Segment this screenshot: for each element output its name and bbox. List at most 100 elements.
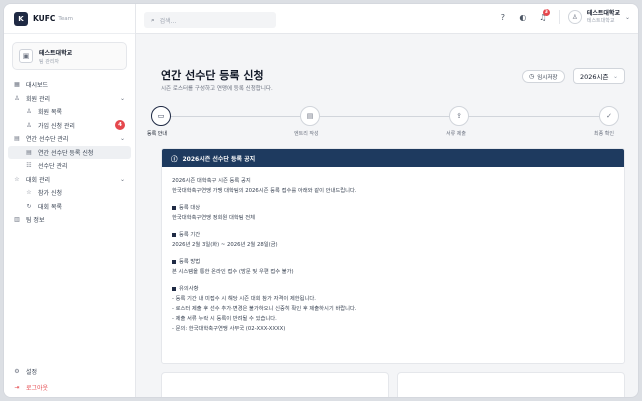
chevron-down-icon: ⌄ — [612, 72, 618, 80]
sidebar-item-team-info[interactable]: ▥ 팀 정보 — [4, 213, 135, 227]
chevron-down-icon: ⌄ — [119, 135, 125, 143]
step-entry[interactable]: ▤ 엔트리 작성 — [294, 106, 320, 137]
bullet-icon — [172, 286, 176, 291]
sidebar-item-label: 대회 목록 — [38, 203, 62, 211]
notice-line: - 문의: 한국대학축구연맹 사무국 (02-XXX-XXXX) — [172, 326, 286, 332]
bullet-icon — [172, 259, 176, 264]
step-indicator: ▭ 등록 안내 ▤ 엔트리 작성 ⇪ 서류 제출 ✓ 최종 확인 — [147, 106, 629, 142]
sidebar-item-label: 선수단 관리 — [38, 163, 68, 171]
notice-header: ⓘ 2026시즌 선수단 등록 공지 — [162, 149, 624, 167]
save-draft-label: 임시저장 — [537, 74, 558, 81]
sidebar-item-label: 회원 관리 — [26, 95, 50, 103]
notice-line: - 제출 서류 누락 시 등록이 반려될 수 있습니다. — [172, 316, 277, 322]
search-input[interactable]: ⌕ 검색... — [144, 12, 276, 28]
chevron-down-icon: ⌄ — [624, 13, 630, 21]
sidebar-item-dashboard[interactable]: ▦ 대시보드 — [4, 78, 135, 92]
org-card[interactable]: ▣ 테스트대학교 팀 관리자 — [12, 42, 127, 70]
sidebar-item-competition-list[interactable]: ↻ 대회 목록 — [4, 200, 135, 214]
notice-section-title: 등록 기간 — [172, 230, 614, 240]
sidebar-item-label: 팀 정보 — [26, 217, 45, 225]
bottom-card-right — [397, 372, 625, 397]
step-confirm[interactable]: ✓ 최종 확인 — [594, 106, 619, 137]
logout-label: 로그아웃 — [26, 384, 49, 392]
notice-card: ⓘ 2026시즌 선수단 등록 공지 2026시즌 대학축구 시즌 등록 공지 … — [161, 148, 625, 364]
sidebar-item-label: 연간 선수단 등록 신청 — [38, 149, 94, 157]
theme-toggle-icon[interactable]: ◐ — [515, 9, 531, 25]
notice-title: 2026시즌 선수단 등록 공지 — [182, 155, 256, 163]
app-window: K KUFC Team ▣ 테스트대학교 팀 관리자 ▦ 대시보드 ♙ 회원 관… — [3, 3, 639, 398]
section-title-text: 등록 기간 — [179, 232, 201, 238]
sidebar-item-annual-roster[interactable]: ▤ 연간 선수단 관리 ⌄ — [4, 132, 135, 146]
sidebar: K KUFC Team ▣ 테스트대학교 팀 관리자 ▦ 대시보드 ♙ 회원 관… — [4, 4, 136, 397]
divider — [558, 10, 560, 24]
clock-icon: ◷ — [529, 73, 535, 80]
sidebar-item-join-requests[interactable]: ♙ 가입 신청 관리 4 — [4, 119, 135, 133]
notification-badge: 3 — [542, 9, 550, 16]
sidebar-item-roster-registration[interactable]: ▤ 연간 선수단 등록 신청 — [8, 145, 131, 159]
brand[interactable]: K KUFC Team — [4, 4, 135, 34]
notice-line: 2026년 2월 3일(화) ~ 2026년 2월 28일(금) — [172, 242, 278, 248]
notice-line: - 등록 기간 내 미접수 시 해당 시즌 대회 참가 자격이 제한됩니다. — [172, 296, 316, 302]
notice-body: 2026시즌 대학축구 시즌 등록 공지 한국대학축구연맹 가맹 대학팀의 20… — [162, 167, 624, 343]
sidebar-nav: ▦ 대시보드 ♙ 회원 관리 ⌄ ♙ 회원 목록 ♙ 가입 신청 관리 4 ▤ … — [4, 78, 135, 227]
step-documents[interactable]: ⇪ 서류 제출 — [446, 106, 469, 137]
org-role: 팀 관리자 — [39, 58, 59, 65]
org-name: 테스트대학교 — [39, 49, 73, 57]
bullet-icon — [172, 205, 176, 210]
card-icon: ▭ — [151, 106, 171, 126]
gear-icon: ⚙ — [14, 367, 20, 375]
section-title-text: 유의사항 — [179, 286, 199, 292]
main-content: 연간 선수단 등록 신청 시즌 로스터를 구성하고 연맹에 등록 신청합니다. … — [136, 34, 638, 397]
brand-name: KUFC — [33, 14, 56, 23]
chevron-down-icon: ⌄ — [119, 175, 125, 183]
check-icon: ✓ — [599, 106, 619, 126]
sidebar-item-roster-manage[interactable]: ☷ 선수단 관리 — [4, 159, 135, 173]
users-icon: ♙ — [14, 94, 20, 102]
notice-line: 한국대학축구연맹 정회원 대학팀 전체 — [172, 215, 256, 221]
bottom-card-left — [161, 372, 389, 397]
trophy-icon: ☆ — [26, 189, 32, 197]
sidebar-item-label: 회원 목록 — [38, 109, 62, 117]
section-title-text: 등록 방법 — [179, 259, 201, 265]
team-icon: ▥ — [14, 216, 20, 224]
sidebar-item-member-list[interactable]: ♙ 회원 목록 — [4, 105, 135, 119]
step-label: 최종 확인 — [594, 131, 614, 137]
document-icon: ▤ — [26, 148, 32, 156]
notice-section-title: 등록 방법 — [172, 257, 614, 267]
sidebar-item-label: 대시보드 — [26, 82, 49, 90]
save-draft-button[interactable]: ◷ 임시저장 — [522, 70, 565, 83]
notice-line: - 로스터 제출 후 선수 추가·변경은 불가하오니 신중히 확인 후 제출하시… — [172, 306, 357, 312]
logout-button[interactable]: ⇥ 로그아웃 — [4, 379, 136, 395]
step-line — [161, 116, 617, 117]
step-label: 엔트리 작성 — [294, 131, 319, 137]
season-select[interactable]: 2026시즌 ⌄ — [573, 68, 625, 84]
bullet-icon — [172, 232, 176, 237]
user-subtitle: 테스트대학교 — [586, 17, 615, 24]
search-placeholder: 검색... — [159, 17, 177, 25]
help-icon[interactable]: ? — [495, 9, 511, 25]
brand-logo: K — [14, 11, 28, 26]
notice-line: 한국대학축구연맹 가맹 대학팀의 2026시즌 등록 접수를 아래와 같이 안내… — [172, 188, 357, 194]
top-bar: ⌕ 검색... ? ◐ ♫ 3 ♙ 테스트대학교 테스트대학교 ⌄ — [136, 4, 638, 34]
dashboard-icon: ▦ — [14, 81, 20, 89]
sidebar-item-label: 대회 관리 — [26, 176, 50, 184]
step-label: 서류 제출 — [446, 131, 466, 137]
sidebar-item-entry-apply[interactable]: ☆ 참가 신청 — [4, 186, 135, 200]
count-badge: 4 — [115, 120, 125, 131]
sidebar-item-members[interactable]: ♙ 회원 관리 ⌄ — [4, 92, 135, 106]
history-icon: ↻ — [26, 202, 32, 210]
top-actions: ? ◐ ♫ 3 ♙ 테스트대학교 테스트대학교 ⌄ — [491, 9, 630, 25]
sidebar-item-competitions[interactable]: ☆ 대회 관리 ⌄ — [4, 173, 135, 187]
sidebar-item-label: 연간 선수단 관리 — [26, 136, 69, 144]
user-add-icon: ♙ — [26, 121, 32, 129]
notice-line: 본 시스템을 통한 온라인 접수 (방문 및 우편 접수 불가) — [172, 269, 294, 275]
page-description: 시즌 로스터를 구성하고 연맹에 등록 신청합니다. — [161, 86, 273, 92]
sidebar-item-settings[interactable]: ⚙ 설정 — [4, 363, 136, 379]
step-guide[interactable]: ▭ 등록 안내 — [147, 106, 171, 137]
users-icon: ♙ — [26, 108, 32, 116]
bell-icon[interactable]: ♫ 3 — [535, 9, 551, 25]
user-menu[interactable]: ♙ 테스트대학교 테스트대학교 ⌄ — [567, 10, 630, 24]
section-title-text: 등록 대상 — [179, 205, 201, 211]
info-icon: ⓘ — [171, 155, 178, 163]
brand-sub: Team — [58, 15, 73, 22]
